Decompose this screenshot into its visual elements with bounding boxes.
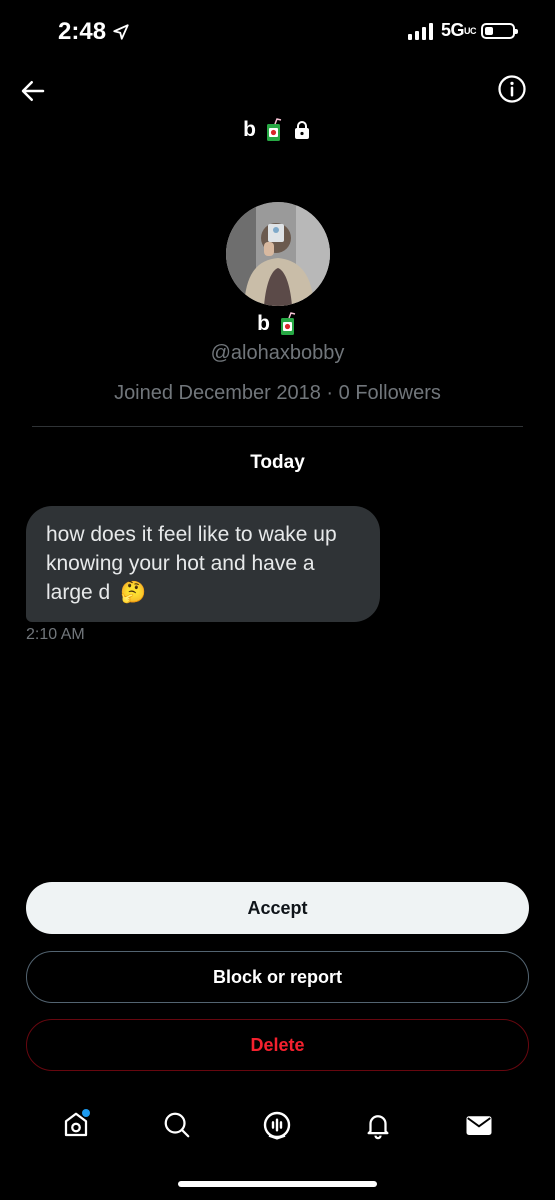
lock-icon xyxy=(294,121,309,139)
divider xyxy=(32,426,523,427)
day-label: Today xyxy=(250,452,305,473)
profile-avatar[interactable] xyxy=(226,202,330,306)
juicebox-emoji-icon xyxy=(266,118,282,141)
message-bubble[interactable]: how does it feel like to wake up knowing… xyxy=(26,506,380,622)
status-time-text: 2:48 xyxy=(58,18,107,45)
search-icon xyxy=(164,1112,190,1138)
message-text: how does it feel like to wake up knowing… xyxy=(46,523,337,604)
profile-name: b xyxy=(0,312,555,336)
tab-notifications[interactable] xyxy=(360,1107,396,1143)
back-button[interactable] xyxy=(18,76,48,106)
network-type: 5GUC xyxy=(440,20,477,40)
messages-icon xyxy=(466,1116,492,1135)
conversation-info-button[interactable] xyxy=(497,74,527,104)
location-arrow-icon xyxy=(113,24,129,40)
tab-spaces[interactable] xyxy=(259,1107,295,1143)
delete-button[interactable]: Delete xyxy=(26,1019,529,1071)
profile-name-text: b xyxy=(257,312,270,335)
status-time: 2:48 xyxy=(58,18,130,46)
juicebox-emoji-icon xyxy=(280,312,296,335)
tab-home[interactable] xyxy=(58,1107,94,1143)
bottom-tab-bar xyxy=(0,1100,555,1150)
notifications-icon xyxy=(367,1115,389,1140)
cellular-signal-icon xyxy=(407,22,433,40)
thinking-face-emoji: 🤔 xyxy=(120,581,147,604)
tab-messages[interactable] xyxy=(461,1107,497,1143)
profile-handle[interactable]: @alohaxbobby xyxy=(0,342,555,365)
conversation-title: b xyxy=(0,118,555,142)
followers-count[interactable]: 0 Followers xyxy=(339,382,441,404)
status-indicators: 5GUC xyxy=(407,20,518,41)
spaces-icon xyxy=(264,1111,291,1140)
profile-meta: Joined December 2018 · 0 Followers xyxy=(0,382,555,405)
accept-button[interactable]: Accept xyxy=(26,882,529,934)
battery-icon xyxy=(481,22,518,39)
back-arrow-icon xyxy=(21,81,45,101)
message-timestamp: 2:10 AM xyxy=(26,626,85,643)
joined-date: Joined December 2018 xyxy=(114,382,321,404)
avatar-photo xyxy=(226,202,330,306)
block-or-report-button[interactable]: Block or report xyxy=(26,951,529,1003)
conversation-title-text: b xyxy=(243,118,256,141)
meta-separator: · xyxy=(326,382,334,404)
home-indicator[interactable] xyxy=(178,1181,377,1187)
tab-search[interactable] xyxy=(159,1107,195,1143)
info-icon xyxy=(498,75,526,103)
